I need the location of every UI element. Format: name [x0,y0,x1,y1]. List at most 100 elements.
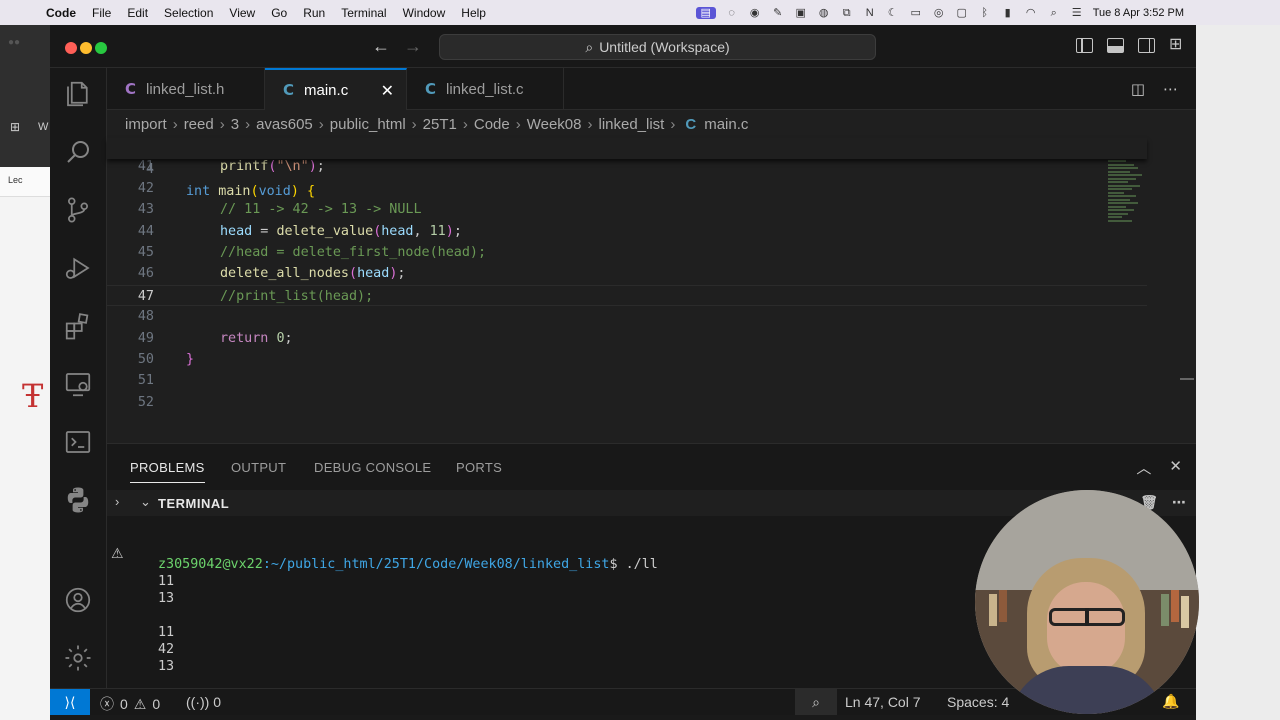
menu-go[interactable]: Go [263,6,295,20]
terminal-output[interactable]: z3059042@vx22:~/public_html/25T1/Code/We… [158,556,1058,709]
chevron-down-icon[interactable]: ⌄ [140,494,151,510]
run-debug-icon[interactable] [62,252,94,284]
breadcrumb-item[interactable]: Week08 [527,116,582,133]
ports-status[interactable]: ((·)) 0 [186,694,221,710]
tab-linked-list-c[interactable]: C linked_list.c [407,68,564,110]
status-icon[interactable]: ◌ [725,7,739,19]
moon-icon[interactable]: ☾ [886,7,900,19]
breadcrumb-item[interactable]: reed [184,116,214,133]
menu-selection[interactable]: Selection [156,6,221,20]
warning-icon[interactable]: ⚠ [111,545,124,562]
toggle-sidebar-icon[interactable] [1076,38,1093,53]
breadcrumb-file[interactable]: main.c [704,116,748,133]
broadcast-icon: ((·)) [186,694,210,710]
menu-terminal[interactable]: Terminal [333,6,394,20]
search-icon[interactable] [62,136,94,168]
code-editor[interactable]: 4 int main(void) { 41printf("\n");4243//… [107,138,1196,443]
tab-problems[interactable]: PROBLEMS [130,460,205,483]
maximize-panel-icon[interactable]: ︿ [1136,457,1151,478]
forward-arrow-icon[interactable]: → [404,36,422,57]
command-center[interactable]: ⌕ Untitled (Workspace) [439,34,876,60]
display-icon[interactable]: ▢ [955,7,969,19]
code-line-row[interactable]: 43// 11 -> 42 -> 13 -> NULL [107,199,1147,220]
breadcrumb-item[interactable]: avas605 [256,116,313,133]
menu-run[interactable]: Run [295,6,333,20]
extensions-icon[interactable] [62,310,94,342]
terminal-view-icon[interactable] [62,426,94,458]
python-icon[interactable] [62,484,94,516]
tab-ports[interactable]: PORTS [456,460,502,475]
code-line-row[interactable]: 52 [107,392,1147,413]
remote-explorer-icon[interactable] [62,368,94,400]
menu-help[interactable]: Help [453,6,494,20]
breadcrumb-item[interactable]: Code [474,116,510,133]
shield-icon[interactable]: ◍ [817,7,831,19]
close-panel-icon[interactable]: ✕ [1169,457,1182,478]
minimap[interactable] [1108,160,1148,230]
menu-app-name[interactable]: Code [38,6,84,20]
code-line-row[interactable]: 51 [107,370,1147,391]
menu-file[interactable]: File [84,6,119,20]
back-arrow-icon[interactable]: ← [372,36,390,57]
chevron-right-icon[interactable]: › [115,494,119,509]
notion-icon[interactable]: N [863,7,877,19]
split-editor-icon[interactable]: ◫ [1131,80,1145,98]
code-line-row[interactable]: 46 delete_all_nodes(head); [107,263,1147,284]
screen-share-icon[interactable]: ▤ [695,6,716,19]
capture-icon[interactable]: ⧉ [840,7,854,19]
breadcrumb-item[interactable]: 3 [231,116,239,133]
code-line-row[interactable]: 48 [107,306,1147,327]
zoom-window-button[interactable] [95,42,107,54]
bluetooth-icon[interactable]: ᛒ [978,7,992,19]
menu-edit[interactable]: Edit [119,6,156,20]
code-line-row[interactable]: 41printf("\n"); [107,156,1147,177]
code-line-row[interactable]: 49 return 0; [107,328,1147,349]
sticky-scroll-line[interactable]: 4 int main(void) { [107,138,1147,199]
cursor-position[interactable]: Ln 47, Col 7 [845,694,921,710]
account-icon[interactable] [62,584,94,616]
problems-status[interactable]: ⓧ 0 ⚠ 0 [100,694,160,714]
breadcrumb-item[interactable]: linked_list [598,116,664,133]
battery-icon[interactable]: ▮ [1001,7,1015,19]
breadcrumb-item[interactable]: public_html [330,116,406,133]
chrome-icon[interactable]: ◉ [748,7,762,19]
breadcrumb-item[interactable]: import [125,116,167,133]
calendar-icon[interactable]: ▣ [794,7,808,19]
menu-clock[interactable]: Tue 8 Apr 3:52 PM [1093,7,1184,19]
explorer-icon[interactable] [62,78,94,110]
pen-icon[interactable]: ✎ [771,7,785,19]
close-window-button[interactable] [65,42,77,54]
macos-menu-bar: Code File Edit Selection View Go Run Ter… [0,0,1280,25]
customize-layout-icon[interactable] [1169,34,1186,54]
source-control-icon[interactable] [62,194,94,226]
terminal-line: 13 [158,659,175,674]
zoom-icon[interactable]: ⌕ [795,689,837,715]
close-tab-icon[interactable]: ✕ [381,81,394,101]
layout-controls [1076,34,1186,54]
more-actions-icon[interactable]: ⋯ [1163,80,1178,98]
toggle-panel-icon[interactable] [1107,38,1124,53]
toggle-secondary-sidebar-icon[interactable] [1138,38,1155,53]
tab-linked-list-h[interactable]: C linked_list.h [107,68,265,110]
minimize-window-button[interactable] [80,42,92,54]
code-line-row[interactable]: 50} [107,349,1147,370]
remote-indicator-icon[interactable]: ⟩⟨ [50,689,90,715]
code-line-row[interactable]: 47 //print_list(head); [107,284,1147,307]
background-tab[interactable]: Lec [0,167,50,197]
window-icon[interactable]: ▭ [909,7,923,19]
code-line-row[interactable]: 45 //head = delete_first_node(head); [107,242,1147,263]
desktop-background [1196,25,1280,720]
menu-view[interactable]: View [221,6,263,20]
breadcrumb-item[interactable]: 25T1 [423,116,457,133]
scrollbar-marker[interactable] [1180,378,1194,380]
tab-main-c[interactable]: C main.c ✕ [265,68,407,110]
airdrop-icon[interactable]: ◎ [932,7,946,19]
wifi-icon[interactable]: ◠ [1024,7,1038,19]
tab-debug-console[interactable]: DEBUG CONSOLE [314,460,431,475]
search-icon[interactable]: ⌕ [1047,7,1061,19]
tab-output[interactable]: OUTPUT [231,460,286,475]
code-line-row[interactable]: 44 head = delete_value(head, 11); [107,221,1147,242]
menu-window[interactable]: Window [395,6,454,20]
settings-gear-icon[interactable] [62,642,94,674]
control-center-icon[interactable]: ☰ [1070,7,1084,19]
